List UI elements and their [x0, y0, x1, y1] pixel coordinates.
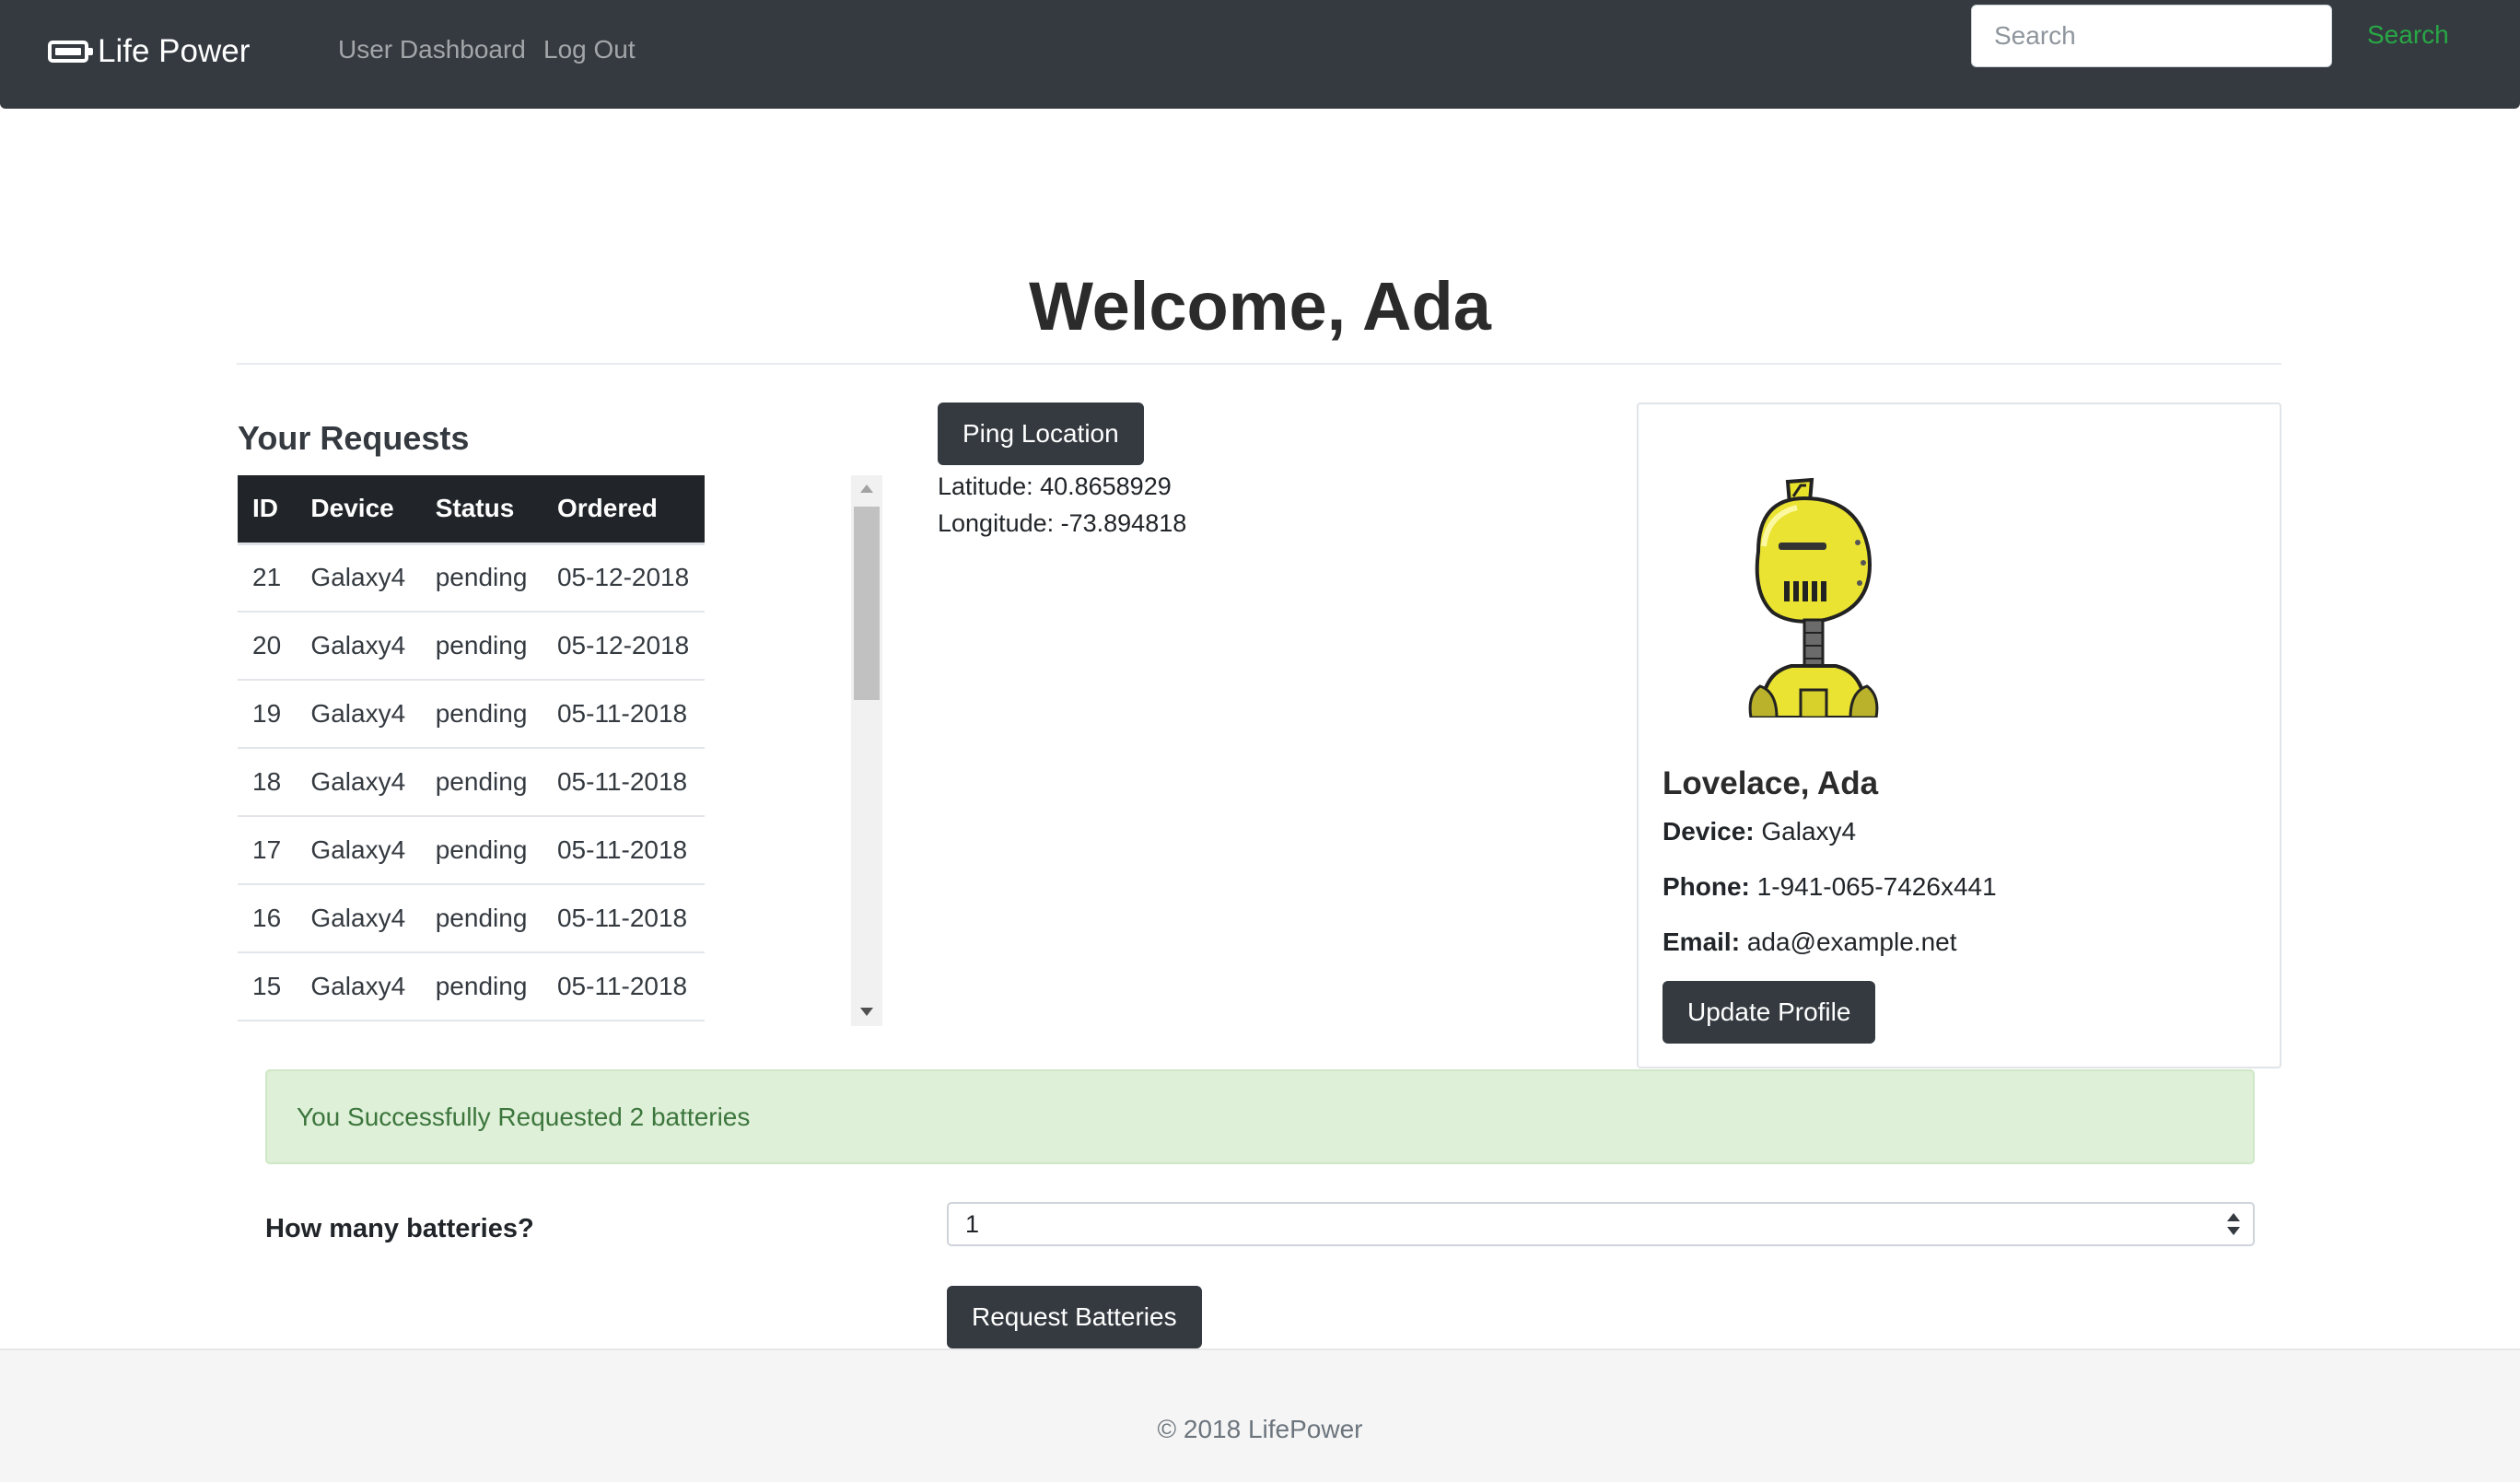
cell-device: Galaxy4 — [296, 543, 421, 613]
battery-quantity-select[interactable]: 1 — [947, 1202, 2255, 1246]
page-title: Welcome, Ada — [1029, 268, 1491, 344]
cell-status: pending — [420, 680, 542, 749]
brand-link[interactable]: Life Power — [48, 28, 250, 76]
cell-id: 15 — [238, 952, 297, 1021]
cell-status: pending — [420, 748, 542, 817]
phone-label: Phone: — [1662, 872, 1750, 901]
profile-device: Device: Galaxy4 — [1662, 817, 1856, 846]
cell-status: pending — [420, 543, 542, 613]
scroll-up-arrow-icon[interactable] — [851, 475, 882, 503]
cell-status: pending — [420, 884, 542, 953]
cell-device: Galaxy4 — [296, 884, 421, 953]
profile-card: Lovelace, Ada Device: Galaxy4 Phone: 1-9… — [1637, 403, 2281, 1068]
copyright-text: © 2018 LifePower — [1157, 1415, 1363, 1443]
divider — [237, 363, 2281, 365]
cell-device: Galaxy4 — [296, 816, 421, 885]
cell-id: 17 — [238, 816, 297, 885]
scroll-thumb[interactable] — [854, 507, 880, 700]
cell-device: Galaxy4 — [296, 612, 421, 681]
phone-value: 1-941-065-7426x441 — [1756, 872, 1997, 901]
cell-ordered: 05-11-2018 — [542, 952, 705, 1021]
table-row: 20 Galaxy4 pending 05-12-2018 — [238, 612, 705, 681]
search-button[interactable]: Search — [2367, 20, 2449, 50]
table-row: 15 Galaxy4 pending 05-11-2018 — [238, 952, 705, 1021]
cell-ordered: 05-11-2018 — [542, 748, 705, 817]
brand-name: Life Power — [98, 33, 251, 69]
cell-id: 19 — [238, 680, 297, 749]
column-header-status: Status — [420, 475, 542, 545]
column-header-device: Device — [296, 475, 421, 545]
footer: © 2018 LifePower — [0, 1348, 2520, 1482]
battery-icon — [48, 41, 93, 63]
email-value: ada@example.net — [1746, 928, 1957, 956]
success-alert: You Successfully Requested 2 batteries — [265, 1069, 2255, 1164]
ping-location-button[interactable]: Ping Location — [938, 403, 1144, 465]
cell-id: 16 — [238, 884, 297, 953]
cell-device: Galaxy4 — [296, 680, 421, 749]
cell-id: 20 — [238, 612, 297, 681]
request-batteries-button[interactable]: Request Batteries — [947, 1286, 1202, 1348]
cell-ordered: 05-12-2018 — [542, 543, 705, 613]
requests-table: ID Device Status Ordered 21 Galaxy4 pend… — [238, 475, 705, 1021]
cell-id: 21 — [238, 543, 297, 613]
longitude-text: Longitude: -73.894818 — [938, 509, 1187, 537]
cell-ordered: 05-11-2018 — [542, 680, 705, 749]
nav-user-dashboard[interactable]: User Dashboard — [338, 35, 526, 64]
table-row: 16 Galaxy4 pending 05-11-2018 — [238, 884, 705, 953]
cell-device: Galaxy4 — [296, 748, 421, 817]
update-profile-button[interactable]: Update Profile — [1662, 981, 1876, 1044]
search-input[interactable] — [1971, 5, 2332, 67]
device-value: Galaxy4 — [1761, 817, 1857, 846]
profile-name: Lovelace, Ada — [1662, 765, 1879, 801]
battery-quantity-label: How many batteries? — [265, 1214, 534, 1243]
cell-device: Galaxy4 — [296, 952, 421, 1021]
scroll-down-arrow-icon[interactable] — [851, 998, 882, 1026]
table-row: 19 Galaxy4 pending 05-11-2018 — [238, 680, 705, 749]
profile-phone: Phone: 1-941-065-7426x441 — [1662, 872, 1997, 902]
location-readout: Latitude: 40.8658929 Longitude: -73.8948… — [938, 468, 1186, 542]
robot-avatar-icon — [1748, 478, 1879, 718]
profile-email: Email: ada@example.net — [1662, 928, 1957, 957]
latitude-text: Latitude: 40.8658929 — [938, 473, 1172, 500]
alert-message: You Successfully Requested 2 batteries — [297, 1102, 751, 1131]
column-header-id: ID — [238, 475, 297, 545]
selected-quantity: 1 — [965, 1209, 980, 1238]
top-navbar: Life Power User Dashboard Log Out Search — [0, 0, 2520, 109]
email-label: Email: — [1662, 928, 1741, 956]
cell-ordered: 05-11-2018 — [542, 884, 705, 953]
table-header-row: ID Device Status Ordered — [238, 475, 705, 545]
requests-title: Your Requests — [238, 419, 470, 457]
table-row: 18 Galaxy4 pending 05-11-2018 — [238, 748, 705, 817]
device-label: Device: — [1662, 817, 1755, 846]
table-row: 17 Galaxy4 pending 05-11-2018 — [238, 816, 705, 885]
cell-status: pending — [420, 952, 542, 1021]
nav-log-out[interactable]: Log Out — [543, 35, 636, 64]
select-arrows-icon — [2227, 1213, 2240, 1235]
cell-ordered: 05-12-2018 — [542, 612, 705, 681]
cell-ordered: 05-11-2018 — [542, 816, 705, 885]
column-header-ordered: Ordered — [542, 475, 705, 545]
table-row: 21 Galaxy4 pending 05-12-2018 — [238, 543, 705, 613]
cell-id: 18 — [238, 748, 297, 817]
cell-status: pending — [420, 612, 542, 681]
cell-status: pending — [420, 816, 542, 885]
requests-scrollbar[interactable] — [851, 475, 882, 1026]
